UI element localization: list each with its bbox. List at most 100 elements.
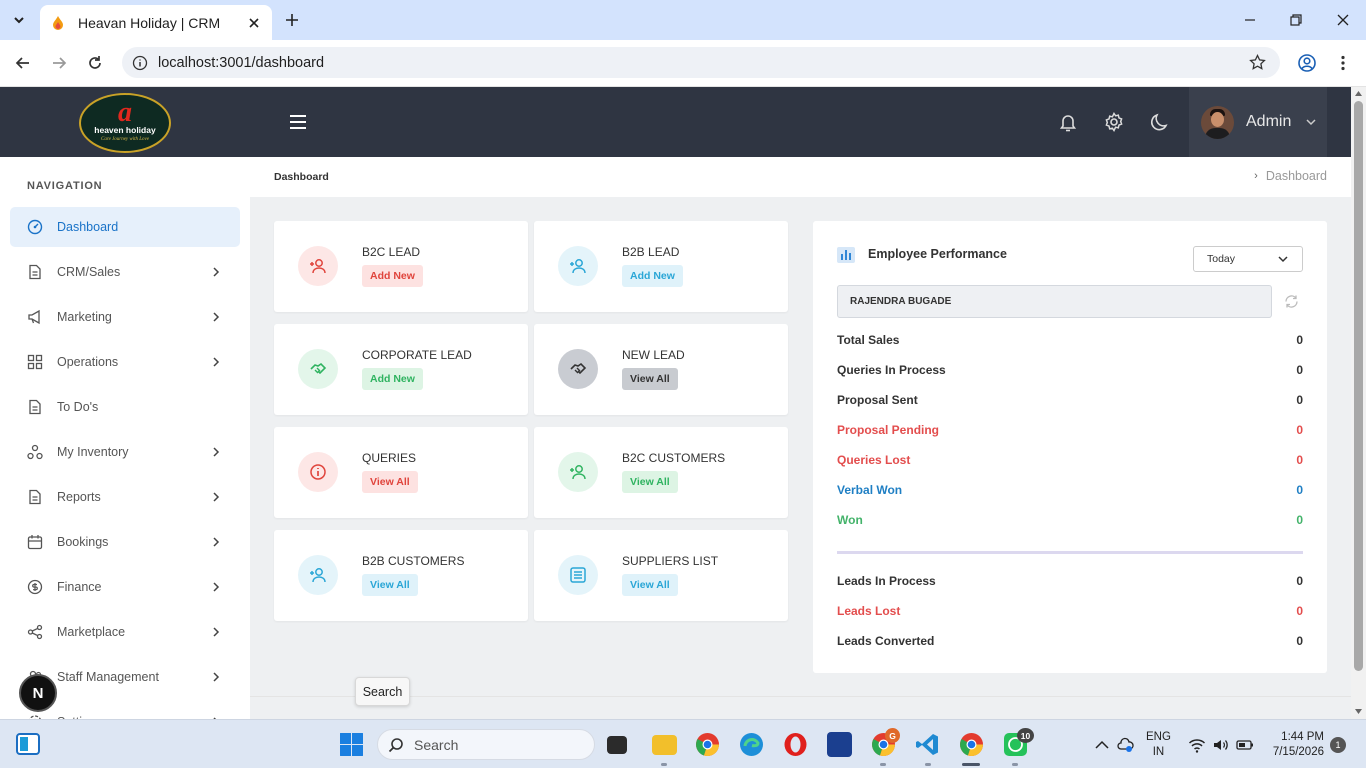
company-logo[interactable]: a heaven holiday Care Journey with Love [79, 93, 171, 153]
stat-label: Leads Lost [837, 604, 901, 618]
tab-search-icon[interactable] [8, 9, 30, 31]
search-tooltip: Search [355, 677, 410, 706]
store-icon[interactable] [827, 732, 852, 757]
app-header: a heaven holiday Care Journey with Love … [0, 87, 1351, 157]
url-text[interactable]: localhost:3001/dashboard [158, 55, 324, 71]
sidebar-item-bookings[interactable]: Bookings [10, 522, 240, 562]
stat-value: 0 [1296, 634, 1303, 648]
profile-icon[interactable] [1297, 53, 1317, 73]
sidebar-item-crm-sales[interactable]: CRM/Sales [10, 252, 240, 292]
chrome-icon[interactable] [695, 732, 720, 757]
queries-view-all-button[interactable]: View All [362, 471, 418, 493]
minimize-icon[interactable] [1240, 10, 1260, 30]
card-title: B2C CUSTOMERS [622, 451, 726, 465]
employee-select[interactable]: RAJENDRA BUGADE [837, 285, 1272, 318]
chevron-down-icon [1306, 119, 1316, 126]
clock-time: 1:44 PM [1281, 731, 1324, 743]
notification-count-badge[interactable]: 1 [1330, 737, 1346, 753]
page-footer [250, 696, 1351, 719]
clock-date: 7/15/2026 [1272, 746, 1324, 758]
language-indicator[interactable]: ENG IN [1146, 730, 1171, 760]
add-user-icon [310, 259, 326, 274]
browser-tab[interactable]: Heavan Holiday | CRM [40, 5, 272, 40]
panel-title: Employee Performance [868, 247, 1007, 261]
sidebar-item-to-do-s[interactable]: To Do's [10, 387, 240, 427]
chevron-right-icon [213, 447, 220, 457]
forward-icon[interactable] [49, 53, 69, 73]
file-explorer-icon[interactable] [652, 735, 677, 755]
suppliers-list-view-all-button[interactable]: View All [622, 574, 678, 596]
task-view-icon[interactable] [607, 736, 627, 754]
stat-label: Won [837, 513, 863, 527]
scroll-down-icon[interactable] [1354, 707, 1363, 716]
sidebar-item-marketplace[interactable]: Marketplace [10, 612, 240, 652]
battery-icon[interactable] [1236, 736, 1254, 754]
taskbar-search[interactable]: Search [377, 729, 595, 760]
b2b-customers-view-all-button[interactable]: View All [362, 574, 418, 596]
stat-row-total-sales: Total Sales 0 [837, 333, 1303, 349]
tray-chevron-up-icon[interactable] [1094, 737, 1110, 753]
breadcrumb-current[interactable]: Dashboard [1266, 169, 1327, 183]
user-menu[interactable]: Admin [1189, 87, 1327, 157]
cloud-icon[interactable] [1117, 736, 1135, 754]
floating-n-button[interactable]: N [19, 674, 57, 712]
b2c-lead-add-new-button[interactable]: Add New [362, 265, 423, 287]
sidebar-item-reports[interactable]: Reports [10, 477, 240, 517]
back-icon[interactable] [13, 53, 33, 73]
new-tab-icon[interactable] [282, 10, 302, 30]
card-title: B2B CUSTOMERS [362, 554, 465, 568]
gear-icon[interactable] [1103, 111, 1125, 133]
dark-mode-moon-icon[interactable] [1149, 111, 1171, 133]
sidebar-item-dashboard[interactable]: Dashboard [10, 207, 240, 247]
chrome-active-icon[interactable] [959, 732, 984, 757]
period-select[interactable]: Today [1193, 246, 1303, 272]
volume-icon[interactable] [1212, 736, 1230, 754]
sidebar-item-label: Staff Management [57, 670, 159, 684]
close-tab-icon[interactable] [246, 15, 262, 31]
refresh-icon[interactable] [1283, 293, 1300, 310]
reload-icon[interactable] [85, 53, 105, 73]
hamburger-menu-icon[interactable] [288, 111, 308, 133]
card-title: CORPORATE LEAD [362, 348, 472, 362]
new-lead-view-all-button[interactable]: View All [622, 368, 678, 390]
chevron-right-icon [213, 537, 220, 547]
page-scrollbar[interactable] [1351, 87, 1366, 719]
document-icon [29, 489, 41, 505]
vscode-icon[interactable] [915, 732, 940, 757]
sidebar-item-operations[interactable]: Operations [10, 342, 240, 382]
corporate-lead-add-new-button[interactable]: Add New [362, 368, 423, 390]
sidebar-item-marketing[interactable]: Marketing [10, 297, 240, 337]
widgets-icon[interactable] [16, 733, 40, 755]
scroll-up-icon[interactable] [1354, 89, 1363, 98]
calendar-icon [27, 535, 43, 550]
browser-menu-icon[interactable] [1333, 53, 1353, 73]
scrollbar-thumb[interactable] [1354, 101, 1363, 671]
stat-value: 0 [1296, 604, 1303, 618]
restore-icon[interactable] [1286, 10, 1306, 30]
site-info-icon[interactable] [132, 55, 148, 71]
bookmark-star-icon[interactable] [1249, 54, 1266, 71]
sidebar-item-finance[interactable]: Finance [10, 567, 240, 607]
stat-row-proposal-pending: Proposal Pending 0 [837, 423, 1303, 439]
bell-icon[interactable] [1057, 111, 1079, 133]
clock[interactable]: 1:44 PM 7/15/2026 [1264, 730, 1324, 760]
list-icon [570, 567, 586, 583]
card-title: SUPPLIERS LIST [622, 554, 719, 568]
edge-icon[interactable] [739, 732, 764, 757]
stat-row-won: Won 0 [837, 513, 1303, 529]
windows-start-icon[interactable] [339, 732, 364, 757]
add-user-icon [570, 259, 586, 274]
breadcrumb: Dashboard › Dashboard [250, 157, 1351, 197]
card-suppliers-list: SUPPLIERS LIST View All [534, 530, 788, 621]
card-icon-circle [558, 452, 598, 492]
address-bar[interactable]: localhost:3001/dashboard [122, 47, 1280, 78]
sidebar-item-label: Finance [57, 580, 102, 594]
b2b-lead-add-new-button[interactable]: Add New [622, 265, 683, 287]
dashboard-icon [27, 219, 43, 235]
close-window-icon[interactable] [1333, 10, 1353, 30]
wifi-icon[interactable] [1188, 736, 1206, 754]
b2c-customers-view-all-button[interactable]: View All [622, 471, 678, 493]
opera-icon[interactable] [783, 732, 808, 757]
sidebar-item-my-inventory[interactable]: My Inventory [10, 432, 240, 472]
chevron-right-icon [213, 492, 220, 502]
